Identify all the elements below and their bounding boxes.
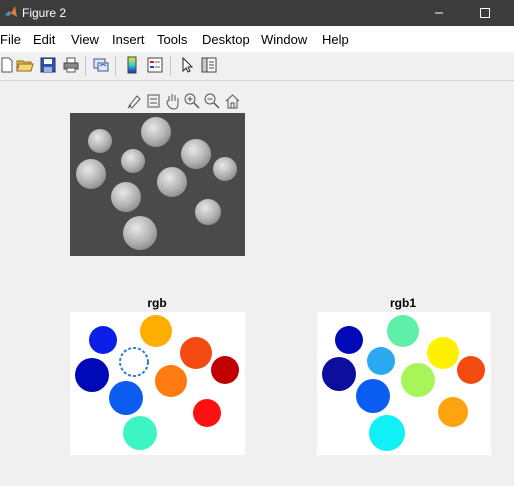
rgb1-label-image [317, 312, 491, 455]
menu-insert[interactable]: Insert [112, 32, 145, 47]
window-title: Figure 2 [22, 6, 67, 20]
new-figure-icon[interactable] [0, 56, 16, 74]
label-blob [367, 347, 395, 375]
label-blob [109, 381, 143, 415]
brush-icon[interactable] [126, 92, 143, 110]
menu-window[interactable]: Window [261, 32, 307, 47]
label-blob [322, 357, 356, 391]
link-plot-icon[interactable] [92, 56, 110, 74]
toolbar-separator [170, 56, 171, 76]
axes-title-rgb: rgb [147, 296, 167, 310]
label-blob [438, 397, 468, 427]
label-blob [89, 326, 117, 354]
label-blob [123, 416, 157, 450]
coins-image-axes[interactable] [70, 113, 245, 256]
menu-desktop[interactable]: Desktop [202, 32, 250, 47]
figure-toolbar [0, 52, 514, 81]
zoom-out-icon[interactable] [203, 92, 220, 110]
edit-plot-icon[interactable] [178, 56, 196, 74]
label-blob [75, 358, 109, 392]
zoom-in-icon[interactable] [183, 92, 200, 110]
label-blob [140, 315, 172, 347]
insert-legend-icon[interactable] [146, 56, 164, 74]
coin [123, 216, 157, 250]
menu-file[interactable]: File [0, 32, 21, 47]
axes-title-rgb1: rgb1 [389, 296, 416, 310]
menu-bar: File Edit View Insert Tools Desktop Wind… [0, 26, 514, 52]
title-bar: Figure 2 [0, 0, 514, 26]
rgb1-image-axes[interactable] [317, 312, 491, 455]
coin [213, 157, 237, 181]
print-icon[interactable] [62, 56, 80, 74]
coin [88, 129, 112, 153]
label-blob [335, 326, 363, 354]
menu-edit[interactable]: Edit [33, 32, 55, 47]
label-blob [401, 363, 435, 397]
coin [121, 149, 145, 173]
label-blob [369, 415, 405, 451]
toolbar-separator [115, 56, 116, 76]
coin [111, 182, 141, 212]
coin [181, 139, 211, 169]
label-blob [155, 365, 187, 397]
menu-help[interactable]: Help [322, 32, 349, 47]
property-inspector-icon[interactable] [200, 56, 218, 74]
toolbar-separator [85, 56, 86, 76]
label-blob [427, 337, 459, 369]
pan-icon[interactable] [164, 92, 181, 110]
grayscale-coins-image [70, 113, 245, 256]
rgb-label-image [70, 312, 245, 455]
minimize-icon[interactable] [430, 4, 448, 22]
coin [76, 159, 106, 189]
menu-tools[interactable]: Tools [157, 32, 187, 47]
open-file-icon[interactable] [16, 56, 34, 74]
label-blob [211, 356, 239, 384]
coin [195, 199, 221, 225]
label-blob [193, 399, 221, 427]
label-blob [387, 315, 419, 347]
coin [141, 117, 171, 147]
axes-toolbar [126, 92, 246, 110]
rgb-image-axes[interactable] [70, 312, 245, 455]
home-icon[interactable] [224, 92, 241, 110]
maximize-icon[interactable] [476, 4, 494, 22]
label-blob [180, 337, 212, 369]
label-blob [457, 356, 485, 384]
insert-colorbar-icon[interactable] [123, 56, 141, 74]
save-icon[interactable] [39, 56, 57, 74]
data-tips-icon[interactable] [145, 92, 162, 110]
menu-view[interactable]: View [71, 32, 99, 47]
label-blob [356, 379, 390, 413]
coin [157, 167, 187, 197]
matlab-icon [5, 6, 17, 17]
